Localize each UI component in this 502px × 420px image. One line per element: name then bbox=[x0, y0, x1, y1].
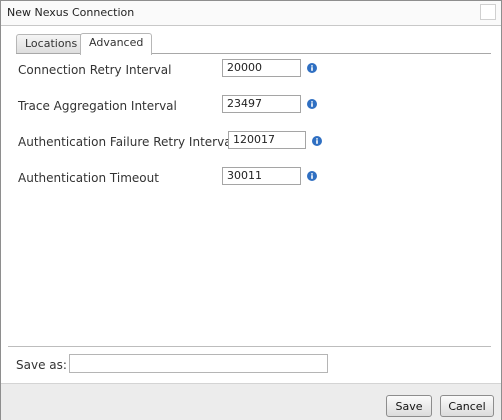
authentication-failure-retry-interval-label: Authentication Failure Retry Interval bbox=[18, 135, 235, 149]
dialog-footer: Save Cancel bbox=[1, 383, 501, 420]
dialog-content: Locations Advanced Connection Retry Inte… bbox=[1, 26, 501, 383]
trace-aggregation-interval-label: Trace Aggregation Interval bbox=[18, 99, 177, 113]
title-bar: New Nexus Connection bbox=[1, 1, 501, 26]
connection-retry-interval-input[interactable] bbox=[222, 59, 301, 77]
connection-retry-interval-label: Connection Retry Interval bbox=[18, 63, 172, 77]
authentication-timeout-label: Authentication Timeout bbox=[18, 171, 159, 185]
tab-locations[interactable]: Locations bbox=[16, 34, 87, 53]
info-icon[interactable] bbox=[307, 171, 317, 181]
trace-aggregation-interval-input[interactable] bbox=[222, 95, 301, 113]
save-as-label: Save as: bbox=[16, 358, 67, 372]
save-as-divider bbox=[8, 346, 491, 347]
info-icon[interactable] bbox=[307, 63, 317, 73]
save-button[interactable]: Save bbox=[386, 395, 432, 417]
authentication-timeout-input[interactable] bbox=[222, 167, 301, 185]
close-icon[interactable] bbox=[480, 4, 496, 20]
window-title: New Nexus Connection bbox=[7, 6, 135, 19]
dialog-window: New Nexus Connection Locations Advanced … bbox=[0, 0, 502, 420]
info-icon[interactable] bbox=[312, 136, 322, 146]
tab-strip: Locations Advanced bbox=[1, 26, 501, 55]
save-as-input[interactable] bbox=[69, 354, 328, 373]
tab-advanced[interactable]: Advanced bbox=[80, 33, 153, 55]
info-icon[interactable] bbox=[307, 99, 317, 109]
cancel-button[interactable]: Cancel bbox=[440, 395, 494, 417]
authentication-failure-retry-interval-input[interactable] bbox=[228, 131, 306, 149]
